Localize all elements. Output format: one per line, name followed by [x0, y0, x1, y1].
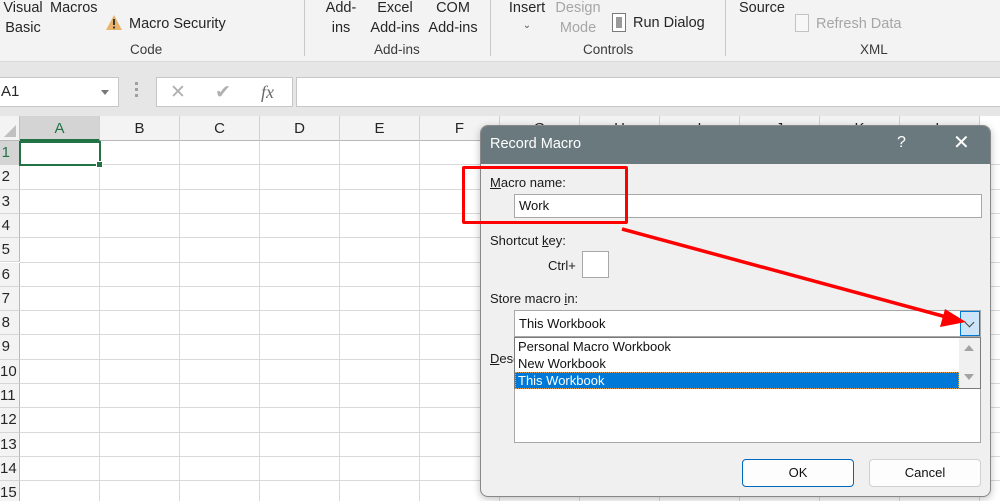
cancel-button[interactable]: Cancel	[869, 459, 981, 487]
design-mode-button[interactable]: Design Mode	[553, 0, 603, 38]
macros-button[interactable]: Macros	[50, 0, 98, 18]
row-header-3[interactable]: 3	[0, 189, 20, 214]
column-header-a[interactable]: A	[20, 116, 100, 141]
dropdown-option-new-workbook[interactable]: New Workbook	[515, 355, 959, 372]
group-separator	[725, 0, 726, 56]
formula-buttons: ✕ ✔ fx	[156, 77, 293, 107]
enter-formula-icon[interactable]: ✔	[215, 81, 231, 104]
macro-security-button[interactable]: Macro Security	[129, 14, 226, 34]
select-all-button[interactable]	[0, 116, 20, 141]
gridline	[259, 141, 260, 501]
excel-add-ins-label-1: Excel	[377, 0, 413, 16]
group-separator	[490, 0, 491, 56]
formula-bar: A1 ✕ ✔ fx	[0, 62, 1000, 116]
excel-add-ins-label-2: Add-ins	[370, 20, 420, 36]
store-macro-in-label: Store macro in:	[490, 291, 578, 306]
xml-source-button[interactable]: Source	[739, 0, 785, 18]
gridline	[339, 141, 340, 501]
excel-add-ins-button[interactable]: Excel Add-ins	[367, 0, 423, 38]
row-header-7[interactable]: 7	[0, 286, 20, 312]
store-macro-in-value: This Workbook	[519, 316, 606, 331]
group-label-controls: Controls	[583, 42, 634, 57]
add-ins-button[interactable]: Add- ins	[321, 0, 361, 38]
row-header-4[interactable]: 4	[0, 213, 20, 239]
column-header-c[interactable]: C	[180, 116, 260, 141]
ctrl-label: Ctrl+	[548, 258, 576, 273]
gridline	[99, 141, 100, 501]
store-label-pre: Store macro	[490, 291, 565, 306]
shortcut-label-pre: Shortcut	[490, 233, 543, 248]
dropdown-option-personal-macro-workbook[interactable]: Personal Macro Workbook	[515, 338, 959, 355]
group-label-xml: XML	[860, 42, 888, 57]
visual-basic-button[interactable]: Visual Basic	[2, 0, 44, 38]
design-mode-label-2: Mode	[559, 20, 597, 36]
insert-label: Insert	[508, 0, 546, 16]
row-header-10[interactable]: 10	[0, 359, 20, 384]
row-header-13[interactable]: 13	[0, 432, 20, 457]
drag-handle-icon[interactable]	[135, 82, 139, 98]
group-separator	[304, 0, 305, 56]
visual-basic-label-2: Basic	[5, 20, 41, 36]
group-label-code: Code	[130, 42, 163, 57]
run-dialog-icon	[612, 13, 626, 32]
design-mode-label-1: Design	[555, 0, 601, 16]
insert-control-button[interactable]: Insert ⌄	[506, 0, 548, 34]
ribbon: Visual Basic Macros Macro Security Code …	[0, 0, 1000, 62]
ok-button[interactable]: OK	[742, 459, 854, 487]
row-header-5[interactable]: 5	[0, 238, 20, 263]
name-box-value: A1	[1, 83, 20, 100]
scroll-down-icon[interactable]	[964, 374, 974, 380]
row-header-9[interactable]: 9	[0, 335, 20, 360]
visual-basic-label-1: Visual	[3, 0, 43, 16]
dialog-titlebar[interactable]: Record Macro ? ✕	[481, 126, 990, 164]
row-header-8[interactable]: 8	[0, 311, 20, 336]
dropdown-option-this-workbook[interactable]: This Workbook	[515, 372, 959, 389]
run-dialog-button[interactable]: Run Dialog	[633, 13, 705, 33]
cancel-formula-icon[interactable]: ✕	[170, 81, 186, 104]
scroll-up-icon[interactable]	[964, 345, 974, 351]
shortcut-key-label: Shortcut key:	[490, 233, 566, 248]
name-box[interactable]: A1	[0, 77, 119, 107]
group-label-add-ins: Add-ins	[374, 42, 420, 57]
column-header-d[interactable]: D	[260, 116, 340, 141]
description-label-accel: D	[490, 351, 500, 366]
store-macro-in-dropdown: Personal Macro Workbook New Workbook Thi…	[514, 337, 981, 389]
formula-input[interactable]	[296, 77, 1000, 107]
com-add-ins-button[interactable]: COM Add-ins	[425, 0, 481, 38]
add-ins-label-1: Add-	[325, 0, 357, 16]
chevron-down-icon[interactable]	[960, 311, 980, 336]
dialog-title: Record Macro	[490, 136, 582, 152]
shortcut-key-input[interactable]	[582, 251, 609, 278]
column-header-b[interactable]: B	[100, 116, 180, 141]
close-icon[interactable]: ✕	[953, 132, 970, 154]
store-label-post: n:	[567, 291, 579, 306]
com-add-ins-label-2: Add-ins	[428, 20, 478, 36]
refresh-data-button[interactable]: Refresh Data	[816, 14, 901, 34]
help-icon[interactable]: ?	[897, 134, 906, 152]
dropdown-scrollbar[interactable]	[959, 338, 980, 388]
highlight-box	[462, 166, 628, 224]
store-macro-in-select[interactable]: This Workbook	[514, 310, 981, 337]
row-header-15[interactable]: 15	[0, 481, 20, 501]
chevron-down-icon: ⌄	[522, 20, 532, 31]
add-ins-label-2: ins	[331, 20, 351, 36]
name-box-dropdown-icon[interactable]	[101, 90, 109, 95]
row-header-2[interactable]: 2	[0, 165, 20, 190]
insert-function-icon[interactable]: fx	[261, 82, 274, 103]
warning-icon	[106, 15, 122, 30]
gridline	[419, 141, 420, 501]
row-header-1[interactable]: 1	[0, 141, 20, 166]
shortcut-label-post: ey:	[548, 233, 566, 248]
com-add-ins-label-1: COM	[436, 0, 470, 16]
row-header-11[interactable]: 11	[0, 384, 20, 409]
column-header-e[interactable]: E	[340, 116, 420, 141]
active-cell-a1[interactable]	[19, 141, 103, 168]
row-header-12[interactable]: 12	[0, 408, 20, 433]
row-header-14[interactable]: 14	[0, 456, 20, 482]
refresh-data-icon	[795, 14, 809, 32]
gridline	[179, 141, 180, 501]
row-header-6[interactable]: 6	[0, 262, 20, 287]
